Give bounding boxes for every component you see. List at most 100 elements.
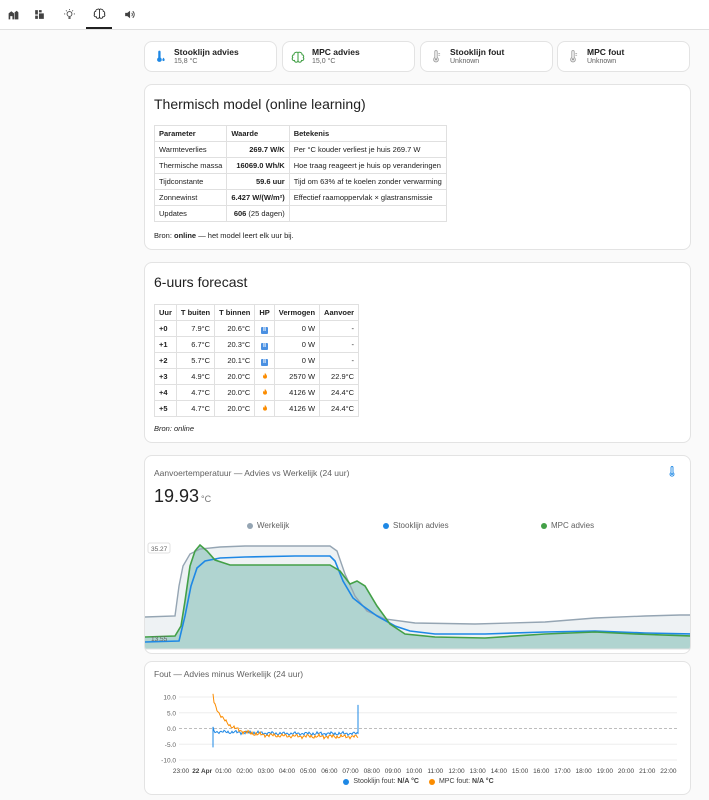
outdoor-temp-cell: 4.7°C bbox=[175, 384, 216, 401]
tile-state: Unknown bbox=[450, 58, 480, 65]
param-cell: Warmteverlies bbox=[153, 141, 228, 158]
outdoor-temp-cell: 4.9°C bbox=[175, 368, 216, 385]
tab-brain[interactable] bbox=[86, 0, 112, 29]
x-tick-label: 05:00 bbox=[300, 768, 317, 775]
hour-cell: +3 bbox=[154, 368, 177, 385]
tile-name: MPC advies bbox=[312, 47, 360, 57]
speaker-icon bbox=[124, 10, 135, 19]
supply-cell: 24.4°C bbox=[319, 400, 360, 417]
error-chart-legend: Stooklijn fout: N/A °C MPC fout: N/A °C bbox=[145, 778, 692, 785]
fire-icon bbox=[262, 372, 267, 379]
hour-cell: +2 bbox=[154, 352, 177, 369]
tab-media[interactable] bbox=[116, 0, 142, 29]
fire-icon bbox=[262, 404, 267, 411]
hp-status-cell: II bbox=[254, 336, 275, 353]
supply-temp-card[interactable]: Aanvoertemperatuur — Advies vs Werkelijk… bbox=[144, 455, 691, 654]
supply-cell: - bbox=[319, 352, 360, 369]
legend-stooklijn-fout[interactable]: Stooklijn fout: N/A °C bbox=[343, 778, 419, 785]
power-cell: 0 W bbox=[273, 320, 321, 337]
table-header-row: Uur T buiten T binnen HP Vermogen Aanvoe… bbox=[154, 304, 360, 321]
lightbulb-icon bbox=[63, 9, 75, 19]
x-tick-label: 23:00 bbox=[173, 768, 190, 775]
error-chart-card[interactable]: Fout — Advies minus Werkelijk (24 uur) 1… bbox=[144, 661, 691, 795]
x-tick-label: 15:00 bbox=[512, 768, 529, 775]
tab-dashboard[interactable] bbox=[26, 0, 52, 29]
meaning-cell: Tijd om 63% af te koelen zonder verwarmi… bbox=[288, 173, 447, 190]
x-tick-label: 09:00 bbox=[385, 768, 402, 775]
x-tick-label: 19:00 bbox=[597, 768, 614, 775]
table-row: Tijdconstante 59.6 uur Tijd om 63% af te k… bbox=[153, 173, 447, 190]
value-cell: 59.6 uur bbox=[226, 173, 290, 190]
indoor-temp-cell: 20.0°C bbox=[214, 368, 256, 385]
hp-status-cell bbox=[254, 400, 275, 417]
column-header: Uur bbox=[154, 304, 177, 321]
hp-status-cell bbox=[254, 384, 275, 401]
column-header: HP bbox=[254, 304, 275, 321]
value-bold: 606 bbox=[233, 209, 247, 218]
x-tick-label: 14:00 bbox=[491, 768, 508, 775]
x-tick-label: 03:00 bbox=[258, 768, 275, 775]
column-header: Vermogen bbox=[273, 304, 321, 321]
x-tick-label: 16:00 bbox=[533, 768, 550, 775]
column-header: Betekenis bbox=[288, 125, 447, 142]
card-title: Thermisch model (online learning) bbox=[154, 96, 366, 112]
hour-cell: +5 bbox=[154, 400, 177, 417]
tile-mpc-fout[interactable]: MPC fout Unknown bbox=[557, 41, 690, 72]
y-min-label: 13.55 bbox=[151, 636, 168, 643]
table-row: +4 4.7°C 20.0°C 4126 W 24.4°C bbox=[154, 384, 360, 401]
thermometer-icon bbox=[566, 49, 580, 64]
supply-cell: - bbox=[319, 320, 360, 337]
legend-mpc-fout[interactable]: MPC fout: N/A °C bbox=[428, 778, 494, 785]
model-table: Parameter Waarde Betekenis Warmteverlies… bbox=[153, 125, 447, 222]
brain-icon bbox=[291, 50, 305, 64]
meaning-cell: Per °C kouder verliest je huis 269.7 W bbox=[288, 141, 447, 158]
legend-label: Stooklijn fout bbox=[353, 778, 394, 785]
card-title: 6-uurs forecast bbox=[154, 274, 248, 290]
x-tick-label: 08:00 bbox=[364, 768, 381, 775]
table-row: +0 7.9°C 20.6°C II 0 W- bbox=[154, 320, 360, 337]
pause-icon: II bbox=[261, 342, 269, 350]
y-tick-label: 5.0 bbox=[167, 710, 176, 717]
x-tick-label: 21:00 bbox=[639, 768, 656, 775]
legend-dot bbox=[428, 778, 435, 785]
value-cell: 6.427 W/(W/m²) bbox=[226, 189, 290, 206]
brain-icon bbox=[93, 8, 105, 19]
y-tick-label: 0.0 bbox=[167, 726, 176, 733]
tile-state: Unknown bbox=[587, 58, 617, 65]
param-cell: Thermische massa bbox=[153, 157, 228, 174]
hour-cell: +1 bbox=[154, 336, 177, 353]
source-prefix: Bron: bbox=[154, 231, 175, 240]
tab-home[interactable] bbox=[0, 0, 26, 29]
tile-mpc-advies[interactable]: MPC advies 15,0 °C bbox=[282, 41, 415, 72]
forecast-rows: +0 7.9°C 20.6°C II 0 W - +1 6.7°C 20.3°C II 0 W - +2… bbox=[154, 320, 360, 417]
value-cell: 16069.0 Wh/K bbox=[226, 157, 290, 174]
source-suffix: — het model leert elk uur bij. bbox=[196, 231, 294, 240]
x-tick-label: 18:00 bbox=[575, 768, 592, 775]
x-tick-label: 07:00 bbox=[342, 768, 359, 775]
tile-stooklijn-fout[interactable]: Stooklijn fout Unknown bbox=[420, 41, 553, 72]
supply-cell: 24.4°C bbox=[319, 384, 360, 401]
error-chart: 10.0 5.0 0.0 -5.0 -10.0 23:00 22 Apr 01:00 02:00… bbox=[161, 693, 677, 775]
param-cell: Updates bbox=[153, 205, 228, 222]
indoor-temp-cell: 20.3°C bbox=[214, 336, 256, 353]
x-tick-label: 22 Apr bbox=[192, 768, 212, 775]
meaning-cell: Effectief raamoppervlak × glastransmissi… bbox=[288, 189, 447, 206]
legend-value: N/A °C bbox=[397, 778, 419, 785]
source-value: online bbox=[174, 231, 197, 240]
forecast-card: 6-uurs forecast Uur T buiten T binnen HP… bbox=[144, 262, 691, 443]
tab-lights[interactable] bbox=[56, 0, 82, 29]
y-tick-label: -10.0 bbox=[161, 758, 176, 765]
thermometer-water-icon bbox=[153, 50, 167, 64]
value-cell: 269.7 W/K bbox=[226, 141, 290, 158]
outdoor-temp-cell: 4.7°C bbox=[175, 400, 216, 417]
tile-name: MPC fout bbox=[587, 47, 625, 57]
tile-stooklijn-advies[interactable]: Stooklijn advies 15,8 °C bbox=[144, 41, 277, 72]
x-tick-label: 22:00 bbox=[660, 768, 677, 775]
x-tick-label: 11:00 bbox=[427, 768, 443, 775]
dashboard-icon bbox=[34, 10, 44, 19]
indoor-temp-cell: 20.0°C bbox=[214, 384, 256, 401]
x-tick-label: 02:00 bbox=[236, 768, 253, 775]
table-row: +2 5.7°C 20.1°C II 0 W- bbox=[154, 352, 360, 369]
table-row: Thermische massa 16069.0 Wh/K Hoe traag re… bbox=[153, 157, 447, 174]
meaning-cell bbox=[288, 205, 447, 222]
